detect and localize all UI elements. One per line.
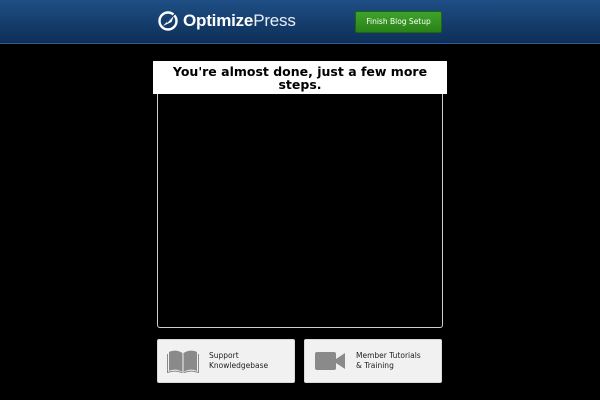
logo-text-bold: Optimize xyxy=(183,11,254,30)
member-tutorials-label: Member Tutorials & Training xyxy=(356,351,421,370)
support-knowledgebase-label: Support Knowledgebase xyxy=(209,351,269,370)
video-player[interactable] xyxy=(157,94,443,328)
page-title: You're almost done, just a few more step… xyxy=(172,63,428,92)
logo-text-light: Press xyxy=(253,11,296,30)
logo-text: OptimizePress xyxy=(183,10,296,32)
page-title-box: You're almost done, just a few more step… xyxy=(153,61,447,94)
top-header: OptimizePress Finish Blog Setup xyxy=(0,0,600,44)
book-icon xyxy=(167,350,199,373)
optimizepress-logo-icon xyxy=(158,11,178,31)
member-tutorials-card[interactable]: Member Tutorials & Training xyxy=(304,339,442,383)
finish-blog-setup-button[interactable]: Finish Blog Setup xyxy=(355,11,442,33)
video-camera-icon xyxy=(315,352,345,370)
support-knowledgebase-card[interactable]: Support Knowledgebase xyxy=(157,339,295,383)
optimizepress-logo[interactable]: OptimizePress xyxy=(157,9,296,33)
